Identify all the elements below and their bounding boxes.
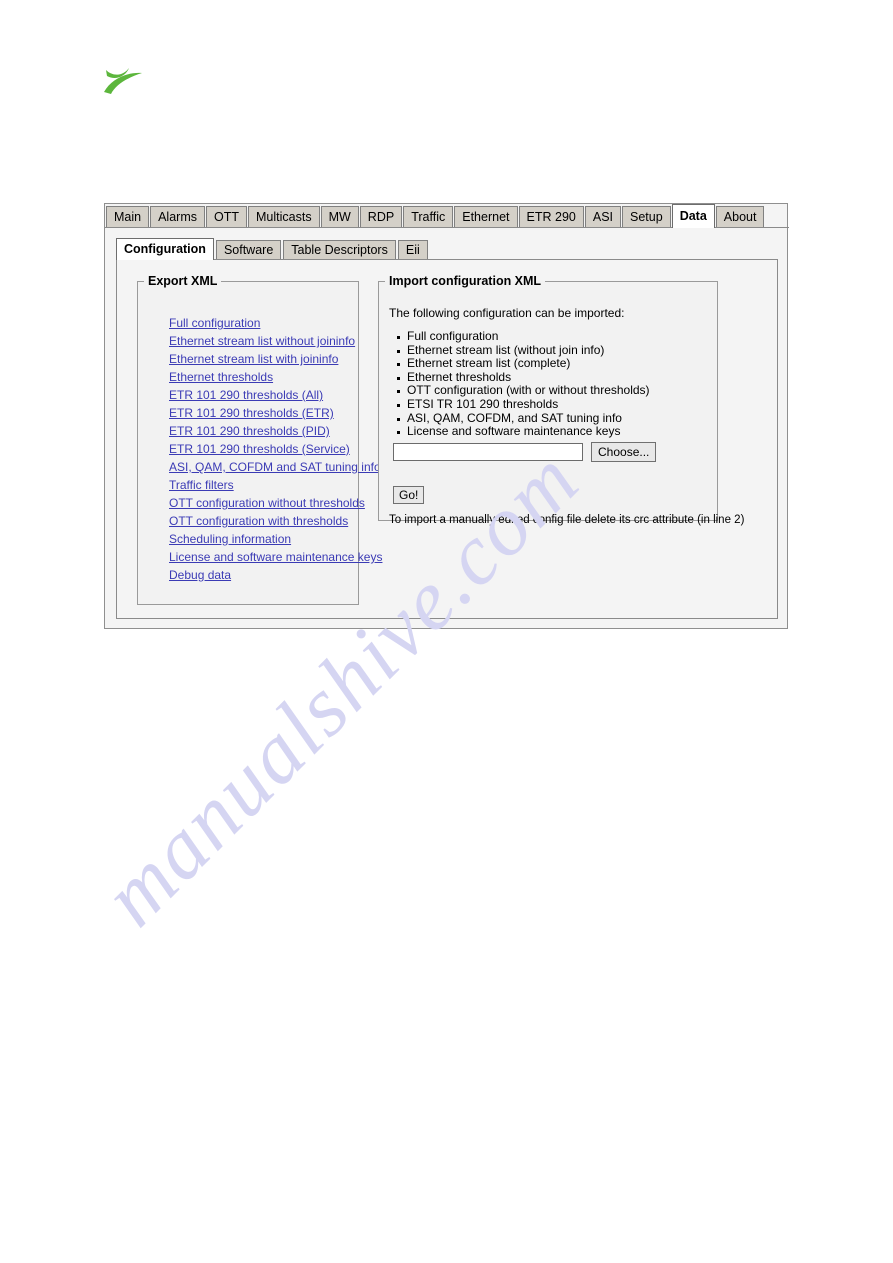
import-item-4: OTT configuration (with or without thres… [397, 383, 650, 398]
export-link-3[interactable]: Ethernet thresholds [169, 368, 354, 386]
main-tab-bar: Main Alarms OTT Multicasts MW RDP Traffic Ether… [105, 204, 789, 228]
main-tab-etr-290[interactable]: ETR 290 [518, 206, 584, 228]
export-xml-legend: Export XML [148, 274, 218, 288]
import-item-5: ETSI TR 101 290 thresholds [397, 397, 650, 412]
main-tab-ott[interactable]: OTT [206, 206, 247, 228]
export-link-13[interactable]: License and software maintenance keys [169, 548, 382, 566]
sub-tab-software[interactable]: Software [215, 240, 282, 260]
main-tab-multicasts[interactable]: Multicasts [248, 206, 320, 228]
main-tab-ethernet[interactable]: Ethernet [454, 206, 518, 228]
main-tab-rdp[interactable]: RDP [359, 206, 403, 228]
export-link-10[interactable]: OTT configuration without thresholds [169, 494, 365, 512]
import-item-2: Ethernet stream list (complete) [397, 357, 650, 371]
import-intro-text: The following configuration can be impor… [389, 306, 625, 320]
import-item-3: Ethernet thresholds [397, 370, 650, 385]
main-tab-alarms[interactable]: Alarms [150, 206, 205, 228]
import-capability-list: Full configuration Ethernet stream list (… [391, 329, 650, 439]
import-file-input[interactable] [393, 443, 583, 461]
sub-tab-table-descriptors[interactable]: Table Descriptors [283, 240, 396, 260]
main-tab-traffic[interactable]: Traffic [403, 206, 454, 228]
export-link-5[interactable]: ETR 101 290 thresholds (ETR) [169, 404, 354, 422]
main-tab-about[interactable]: About [715, 206, 765, 228]
export-link-8[interactable]: ASI, QAM, COFDM and SAT tuning info [169, 458, 381, 476]
configuration-panel: Export XML Full configuration Ethernet st… [116, 259, 778, 619]
main-tab-mw[interactable]: MW [320, 206, 359, 228]
export-link-11[interactable]: OTT configuration with thresholds [169, 512, 354, 530]
file-chooser-row: Choose... [393, 442, 703, 463]
page-watermark: manualshive.com [0, 0, 893, 1263]
choose-file-button[interactable]: Choose... [591, 442, 657, 462]
main-tab-asi[interactable]: ASI [584, 206, 622, 228]
import-note-text: To import a manually edited config file … [389, 514, 745, 526]
sub-tab-configuration[interactable]: Configuration [116, 238, 214, 260]
main-tab-main[interactable]: Main [106, 206, 150, 228]
import-xml-legend: Import configuration XML [389, 274, 542, 288]
company-logo [102, 62, 146, 96]
data-tab-panel: Configuration Software Table Descriptors Ei… [116, 238, 778, 619]
export-link-0[interactable]: Full configuration [169, 314, 354, 332]
go-button[interactable]: Go! [393, 486, 425, 504]
import-xml-group: Import configuration XML The following c… [378, 274, 744, 526]
export-link-12[interactable]: Scheduling information [169, 530, 354, 548]
import-item-1: Ethernet stream list (without join info) [397, 343, 650, 358]
export-link-14[interactable]: Debug data [169, 566, 354, 584]
sub-tab-eii[interactable]: Eii [397, 240, 428, 260]
import-item-6: ASI, QAM, COFDM, and SAT tuning info [397, 411, 650, 426]
export-link-7[interactable]: ETR 101 290 thresholds (Service) [169, 440, 354, 458]
export-xml-group: Export XML Full configuration Ethernet st… [137, 274, 382, 605]
export-link-9[interactable]: Traffic filters [169, 476, 354, 494]
main-tab-setup[interactable]: Setup [622, 206, 671, 228]
export-link-4[interactable]: ETR 101 290 thresholds (All) [169, 386, 354, 404]
export-link-6[interactable]: ETR 101 290 thresholds (PID) [169, 422, 354, 440]
sub-tab-bar: Configuration Software Table Descriptors Ei… [116, 238, 778, 260]
main-tab-data[interactable]: Data [671, 204, 715, 228]
import-item-7: License and software maintenance keys [397, 425, 650, 439]
import-item-0: Full configuration [397, 329, 650, 344]
app-window: Main Alarms OTT Multicasts MW RDP Traffic Ether… [104, 203, 789, 629]
export-link-2[interactable]: Ethernet stream list with joininfo [169, 350, 354, 368]
export-link-1[interactable]: Ethernet stream list without joininfo [169, 332, 355, 350]
export-link-list: Full configuration Ethernet stream list w… [169, 314, 382, 584]
